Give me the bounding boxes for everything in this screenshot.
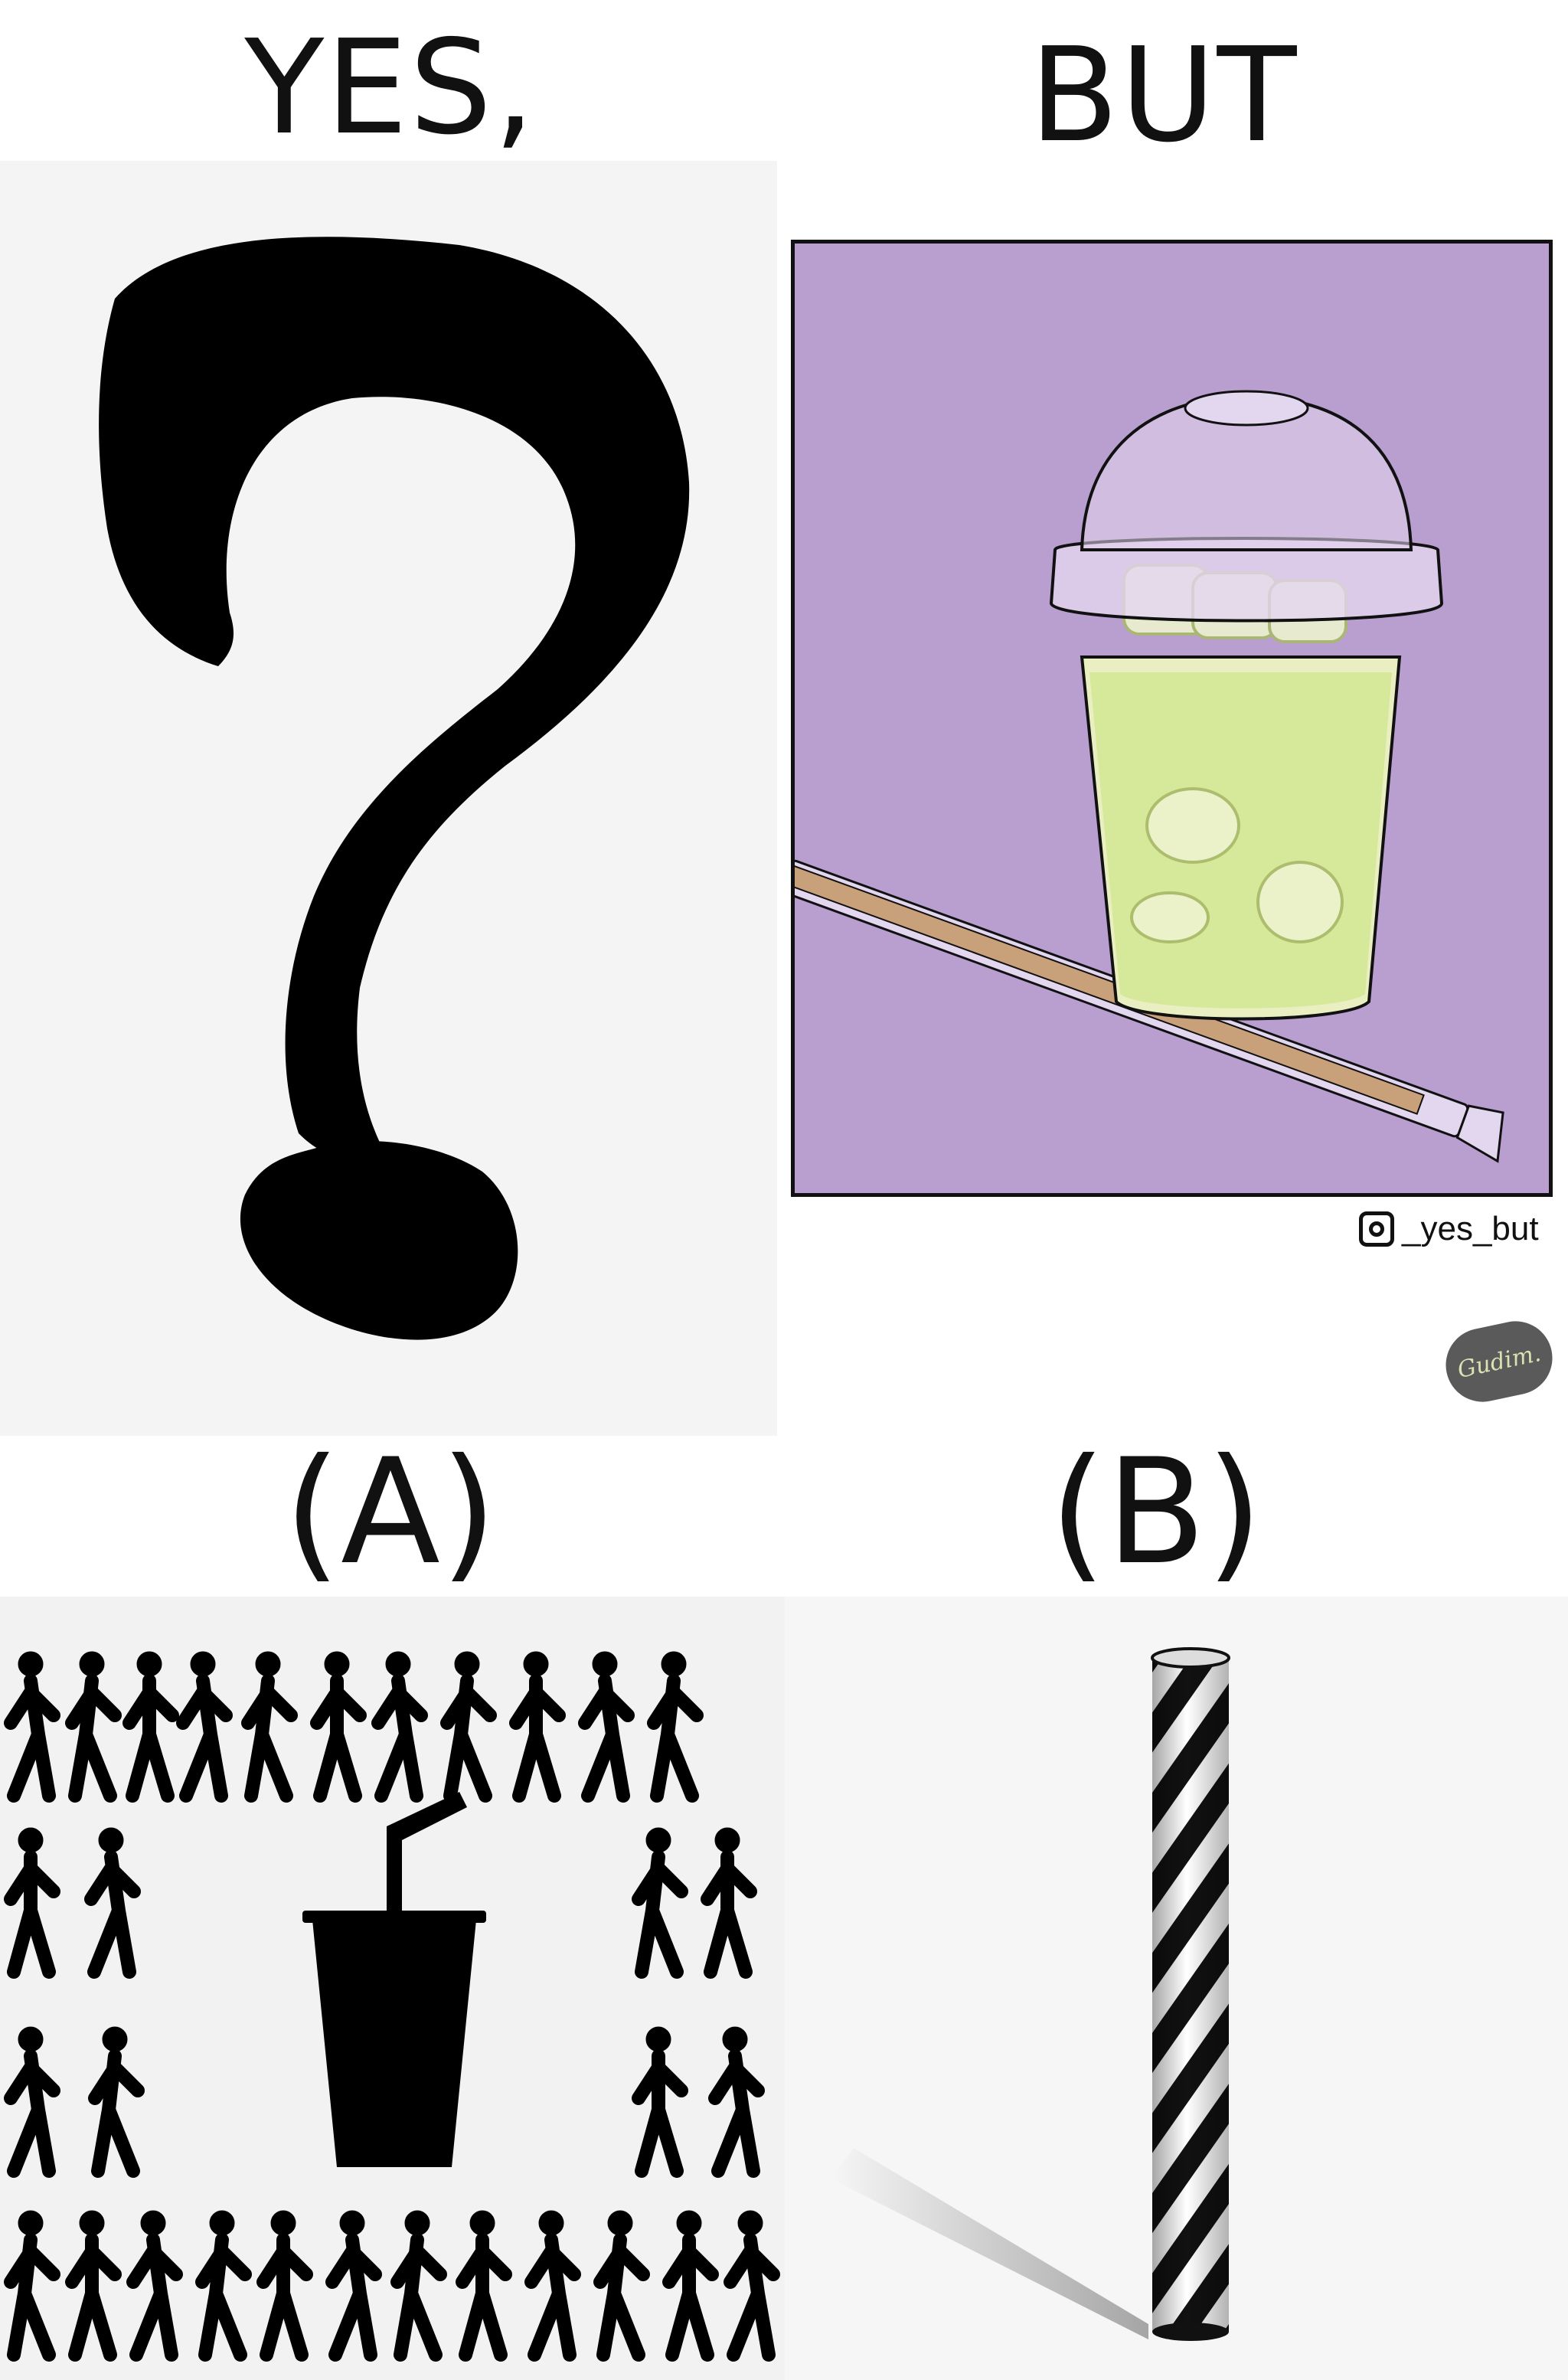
stick-figure xyxy=(122,1651,179,1803)
question-mark-panel xyxy=(0,161,777,1436)
yes-heading: YES, xyxy=(244,12,537,164)
stick-figure xyxy=(632,2026,688,2178)
stick-figure xyxy=(4,2026,60,2178)
stick-figure xyxy=(647,1651,704,1803)
stick-figure xyxy=(88,2026,145,2178)
drink-comic-panel xyxy=(791,240,1553,1197)
stick-figure xyxy=(578,1651,635,1803)
option-a-label: (A) xyxy=(283,1427,498,1597)
stick-figure xyxy=(708,2026,765,2178)
stick-figure xyxy=(724,2210,780,2362)
stick-figure xyxy=(701,1827,757,1979)
stick-figure xyxy=(65,1651,122,1803)
stick-figure xyxy=(524,2210,581,2362)
stick-figure xyxy=(4,2210,60,2362)
drink-cup-illustration xyxy=(795,390,1504,1163)
stick-figure xyxy=(126,2210,183,2362)
stick-figure xyxy=(390,2210,447,2362)
striped-straw xyxy=(1151,1647,1230,2341)
credit-handle: _yes_but xyxy=(1402,1210,1539,1247)
option-b-image[interactable] xyxy=(785,1597,1568,2380)
stick-figure xyxy=(456,2210,512,2362)
stick-figure xyxy=(509,1651,566,1803)
option-a-image[interactable] xyxy=(0,1597,785,2380)
stick-figure xyxy=(371,1651,428,1803)
stamp-text: Gudim. xyxy=(1455,1339,1544,1384)
stick-figure xyxy=(84,1827,141,1979)
stick-figure xyxy=(4,1651,60,1803)
stick-figure xyxy=(4,1827,60,1979)
stick-figure xyxy=(310,1651,367,1803)
stick-figure xyxy=(593,2210,650,2362)
stick-figure xyxy=(325,2210,382,2362)
stick-figure xyxy=(176,1651,233,1803)
instagram-credit: _yes_but xyxy=(1359,1210,1539,1248)
stick-figure xyxy=(662,2210,719,2362)
option-b-label: (B) xyxy=(1049,1427,1263,1597)
question-mark-icon xyxy=(99,237,690,1340)
stick-figure xyxy=(256,2210,313,2362)
instagram-icon xyxy=(1359,1211,1394,1247)
but-heading: BUT xyxy=(1029,20,1298,172)
stick-figure xyxy=(195,2210,252,2362)
stick-figure xyxy=(241,1651,298,1803)
stick-figure xyxy=(632,1827,688,1979)
stick-figure xyxy=(65,2210,122,2362)
drink-cup-icon xyxy=(302,1792,486,2167)
gudim-stamp: Gudim. xyxy=(1439,1314,1560,1409)
stick-figure xyxy=(440,1651,497,1803)
